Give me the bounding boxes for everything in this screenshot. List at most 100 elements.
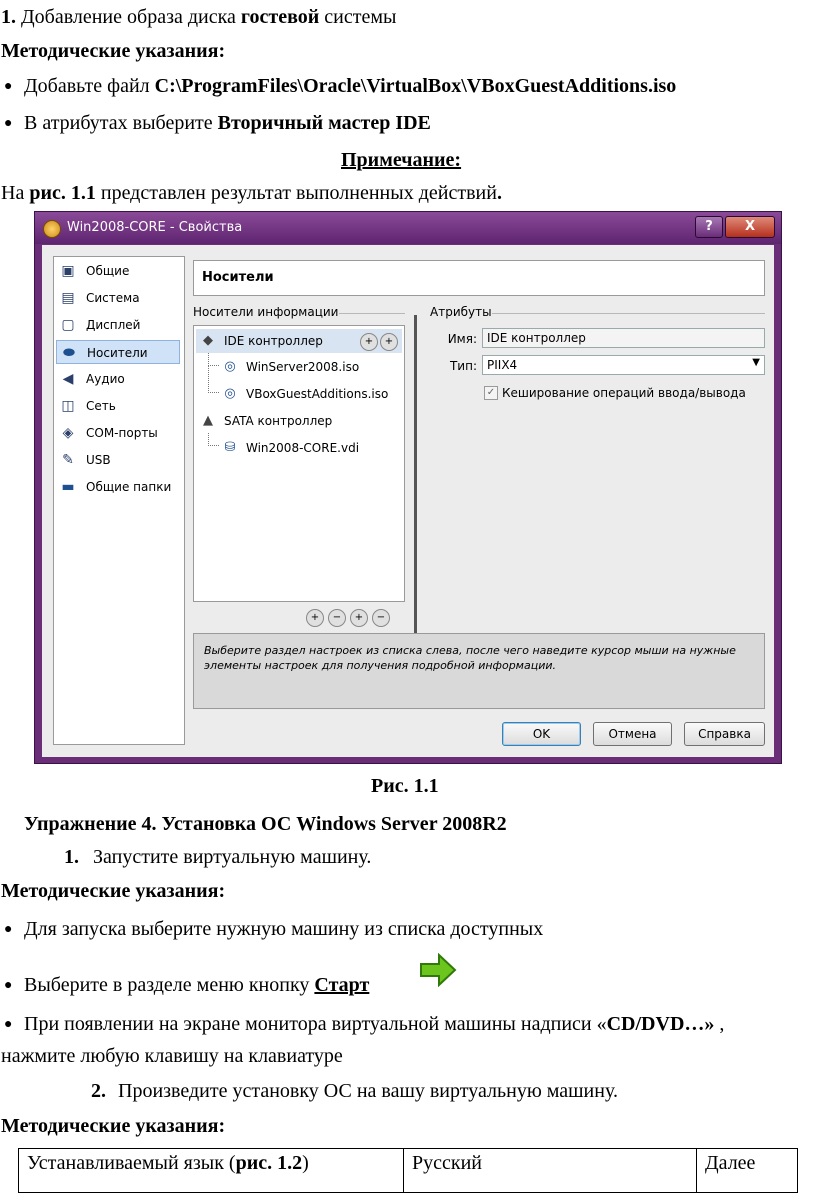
system-icon: ▤	[61, 290, 75, 306]
sidebar-item-label: USB	[86, 453, 111, 467]
virtualbox-gear-icon	[43, 220, 61, 238]
sidebar-item-usb[interactable]: ✎ USB	[56, 448, 180, 472]
hdd-icon: ⛁	[224, 440, 236, 455]
bullet-icon: ●	[4, 116, 13, 131]
type-select[interactable]: PIIX4 ▼	[482, 355, 765, 375]
sidebar-item-general[interactable]: ▣ Общие	[56, 259, 180, 283]
sidebar-item-shared-folders[interactable]: ▬ Общие папки	[56, 475, 180, 499]
result-paragraph: На рис. 1.1 представлен результат выполн…	[1, 182, 502, 204]
group-divider	[492, 313, 765, 314]
bullet-add-file: Добавьте файл C:\ProgramFiles\Oracle\Vir…	[24, 75, 677, 97]
add-controller-button-icon[interactable]: +	[306, 609, 324, 627]
cd-icon: ◎	[224, 359, 236, 374]
tree-row-ide-controller[interactable]: ◆ IDE контроллер + +	[196, 329, 402, 353]
table-row: Устанавливаемый язык (рис. 1.2) Русский …	[18, 1148, 798, 1193]
shared-folders-icon: ▬	[61, 479, 75, 495]
add-hdd-button-icon[interactable]: +	[380, 333, 398, 351]
tree-row-label: WinServer2008.iso	[246, 360, 360, 374]
table-cell: Устанавливаемый язык (рис. 1.2)	[18, 1148, 404, 1193]
sidebar-item-storage[interactable]: ⬬ Носители	[56, 340, 180, 364]
add-cd-button-icon[interactable]: +	[360, 333, 378, 351]
step-start-vm: 1. Запустите виртуальную машину.	[64, 846, 372, 868]
bullet-attributes: В атрибутах выберите Вторичный мастер ID…	[24, 112, 431, 134]
help-title-button[interactable]: ?	[695, 216, 723, 238]
display-icon: ▢	[61, 317, 75, 333]
group-divider	[339, 313, 405, 314]
type-selected-value: PIIX4	[487, 358, 518, 372]
tree-row-attachment[interactable]: ◎ VBoxGuestAdditions.iso	[196, 382, 402, 406]
info-panel: Выберите раздел настроек из списка слева…	[193, 633, 765, 709]
cd-icon: ◎	[224, 386, 236, 401]
step-install-os: 2. Произведите установку ОС на вашу вирту…	[91, 1080, 618, 1102]
guidelines-heading: Методические указания:	[1, 1115, 226, 1137]
sidebar-item-network[interactable]: ◫ Сеть	[56, 394, 180, 418]
cache-label: Кеширование операций ввода/вывода	[502, 386, 746, 400]
remove-attachment-button-icon[interactable]: −	[372, 609, 390, 627]
ok-button[interactable]: OK	[502, 722, 581, 746]
dialog-title: Win2008-CORE - Свойства	[67, 220, 243, 235]
audio-icon: ◀	[62, 371, 74, 387]
step-1-heading: 1. Добавление образа диска гостевой сист…	[1, 6, 397, 28]
sidebar-item-label: Общие	[86, 264, 130, 278]
sidebar-item-label: Общие папки	[86, 480, 172, 494]
tree-row-attachment[interactable]: ⛁ Win2008-CORE.vdi	[196, 436, 402, 460]
name-label: Имя:	[447, 332, 477, 346]
name-field[interactable]: IDE контроллер	[482, 328, 765, 348]
bullet-start-button: Выберите в разделе меню кнопку Старт	[24, 974, 370, 996]
sidebar-item-label: Аудио	[86, 372, 125, 386]
cancel-button[interactable]: Отмена	[593, 722, 672, 746]
storage-icon: ⬬	[63, 345, 75, 361]
help-button[interactable]: Справка	[684, 722, 765, 746]
panel-splitter[interactable]	[414, 315, 417, 653]
section-heading-box: Носители	[193, 260, 765, 296]
bullet-select-machine: Для запуска выберите нужную машину из сп…	[24, 918, 544, 940]
close-title-button[interactable]: X	[725, 216, 775, 238]
exercise-heading: Упражнение 4. Установка ОС Windows Serve…	[24, 813, 507, 835]
bullet-icon: ●	[4, 79, 13, 94]
chevron-down-icon: ▼	[752, 357, 760, 368]
sata-controller-icon: ▲	[203, 413, 213, 428]
dialog-titlebar: Win2008-CORE - Свойства ? X	[35, 212, 781, 244]
sidebar-item-audio[interactable]: ◀ Аудио	[56, 367, 180, 391]
sidebar-item-label: Система	[86, 291, 140, 305]
sidebar-item-label: Дисплей	[86, 318, 141, 332]
storage-group-label: Носители информации	[193, 305, 339, 319]
start-arrow-icon	[420, 953, 457, 987]
table-cell: Русский	[403, 1148, 697, 1193]
tree-row-label: Win2008-CORE.vdi	[246, 441, 360, 455]
sidebar-item-system[interactable]: ▤ Система	[56, 286, 180, 310]
figure-caption: Рис. 1.1	[371, 775, 439, 797]
general-icon: ▣	[61, 263, 75, 279]
settings-sidebar: ▣ Общие ▤ Система ▢ Дисплей ⬬ Носители ◀…	[53, 256, 185, 745]
tree-row-sata-controller[interactable]: ▲ SATA контроллер	[196, 409, 402, 433]
tree-row-attachment[interactable]: ◎ WinServer2008.iso	[196, 355, 402, 379]
tree-row-label: SATA контроллер	[224, 414, 333, 428]
section-title: Носители	[202, 270, 274, 285]
storage-tree: ◆ IDE контроллер + + ◎ WinServer2008.iso…	[193, 325, 405, 602]
bullet-press-key-continuation: нажмите любую клавишу на клавиатуре	[1, 1045, 343, 1067]
sidebar-item-com-ports[interactable]: ◈ COM-порты	[56, 421, 180, 445]
guidelines-heading: Методические указания:	[1, 880, 226, 902]
attributes-group-label: Атрибуты	[430, 305, 492, 319]
remove-controller-button-icon[interactable]: −	[328, 609, 346, 627]
dialog-client-area: ▣ Общие ▤ Система ▢ Дисплей ⬬ Носители ◀…	[42, 245, 774, 757]
guidelines-heading: Методические указания:	[1, 40, 226, 62]
sidebar-item-display[interactable]: ▢ Дисплей	[56, 313, 180, 337]
usb-icon: ✎	[62, 452, 74, 468]
sidebar-item-label: COM-порты	[86, 426, 158, 440]
network-icon: ◫	[61, 398, 75, 414]
properties-dialog-screenshot: Win2008-CORE - Свойства ? X ▣ Общие ▤ Си…	[34, 211, 782, 764]
install-steps-table: Устанавливаемый язык (рис. 1.2) Русский …	[18, 1148, 798, 1193]
cache-checkbox[interactable]: ✓	[484, 386, 498, 400]
ide-controller-icon: ◆	[203, 333, 213, 348]
sidebar-item-label: Носители	[87, 346, 148, 360]
info-text: Выберите раздел настроек из списка слева…	[204, 644, 736, 672]
table-cell: Далее	[696, 1148, 798, 1193]
tree-row-label: VBoxGuestAdditions.iso	[246, 387, 389, 401]
bullet-icon: ●	[4, 1017, 13, 1032]
bullet-press-key: При появлении на экране монитора виртуал…	[24, 1013, 725, 1035]
tree-row-label: IDE контроллер	[224, 334, 323, 348]
bullet-icon: ●	[4, 978, 13, 993]
add-attachment-button-icon[interactable]: +	[350, 609, 368, 627]
com-ports-icon: ◈	[62, 425, 74, 441]
